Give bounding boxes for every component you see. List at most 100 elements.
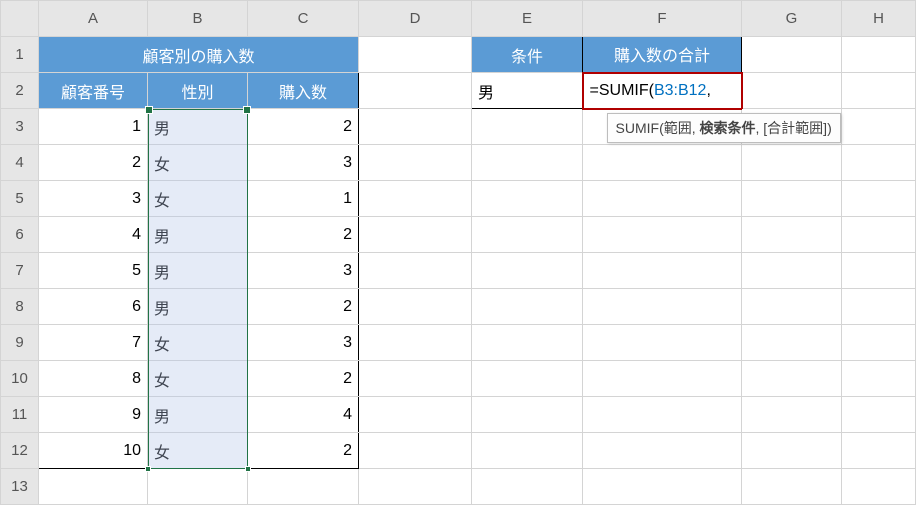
- cell-A10[interactable]: 8: [39, 361, 148, 397]
- col-header-C[interactable]: C: [248, 1, 359, 37]
- cell-C13[interactable]: [248, 469, 359, 505]
- cell-B5[interactable]: 女: [148, 181, 248, 217]
- cell-H12[interactable]: [842, 433, 916, 469]
- cell-A4[interactable]: 2: [39, 145, 148, 181]
- cell-B4[interactable]: 女: [148, 145, 248, 181]
- row-header-2[interactable]: 2: [1, 73, 39, 109]
- col-header-D[interactable]: D: [359, 1, 472, 37]
- cell-H11[interactable]: [842, 397, 916, 433]
- cell-F7[interactable]: [583, 253, 742, 289]
- cell-E9[interactable]: [472, 325, 583, 361]
- cell-E11[interactable]: [472, 397, 583, 433]
- cell-D1[interactable]: [359, 37, 472, 73]
- row-header-8[interactable]: 8: [1, 289, 39, 325]
- cell-D10[interactable]: [359, 361, 472, 397]
- cell-A8[interactable]: 6: [39, 289, 148, 325]
- cell-A6[interactable]: 4: [39, 217, 148, 253]
- cell-A12[interactable]: 10: [39, 433, 148, 469]
- cell-F11[interactable]: [583, 397, 742, 433]
- cell-E3[interactable]: [472, 109, 583, 145]
- col-header-A[interactable]: A: [39, 1, 148, 37]
- cell-F12[interactable]: [583, 433, 742, 469]
- cell-D8[interactable]: [359, 289, 472, 325]
- cell-D2[interactable]: [359, 73, 472, 109]
- cell-E10[interactable]: [472, 361, 583, 397]
- cell-C5[interactable]: 1: [248, 181, 359, 217]
- cell-B12[interactable]: 女: [148, 433, 248, 469]
- row-header-4[interactable]: 4: [1, 145, 39, 181]
- cell-F4[interactable]: [583, 145, 742, 181]
- cell-A13[interactable]: [39, 469, 148, 505]
- table-title[interactable]: 顧客別の購入数: [39, 37, 359, 73]
- cell-F9[interactable]: [583, 325, 742, 361]
- cell-G1[interactable]: [742, 37, 842, 73]
- row-header-5[interactable]: 5: [1, 181, 39, 217]
- col-header-G[interactable]: G: [742, 1, 842, 37]
- cell-A11[interactable]: 9: [39, 397, 148, 433]
- row-header-13[interactable]: 13: [1, 469, 39, 505]
- cell-A5[interactable]: 3: [39, 181, 148, 217]
- cell-B8[interactable]: 男: [148, 289, 248, 325]
- cell-F10[interactable]: [583, 361, 742, 397]
- cell-C9[interactable]: 3: [248, 325, 359, 361]
- cell-E8[interactable]: [472, 289, 583, 325]
- cell-A9[interactable]: 7: [39, 325, 148, 361]
- select-all-corner[interactable]: [1, 1, 39, 37]
- row-header-6[interactable]: 6: [1, 217, 39, 253]
- cell-condition-value[interactable]: 男: [472, 73, 583, 109]
- cell-C11[interactable]: 4: [248, 397, 359, 433]
- cell-F6[interactable]: [583, 217, 742, 253]
- cell-F8[interactable]: [583, 289, 742, 325]
- cell-G6[interactable]: [742, 217, 842, 253]
- cell-C4[interactable]: 3: [248, 145, 359, 181]
- row-header-9[interactable]: 9: [1, 325, 39, 361]
- cell-G10[interactable]: [742, 361, 842, 397]
- cell-G7[interactable]: [742, 253, 842, 289]
- cell-D11[interactable]: [359, 397, 472, 433]
- cell-H9[interactable]: [842, 325, 916, 361]
- cell-H5[interactable]: [842, 181, 916, 217]
- row-header-3[interactable]: 3: [1, 109, 39, 145]
- cell-D12[interactable]: [359, 433, 472, 469]
- cell-H4[interactable]: [842, 145, 916, 181]
- cell-B10[interactable]: 女: [148, 361, 248, 397]
- cell-C7[interactable]: 3: [248, 253, 359, 289]
- cell-C8[interactable]: 2: [248, 289, 359, 325]
- cell-D5[interactable]: [359, 181, 472, 217]
- cell-H13[interactable]: [842, 469, 916, 505]
- cell-D9[interactable]: [359, 325, 472, 361]
- header-qty[interactable]: 購入数: [248, 73, 359, 109]
- cell-D13[interactable]: [359, 469, 472, 505]
- cell-D3[interactable]: [359, 109, 472, 145]
- cell-G13[interactable]: [742, 469, 842, 505]
- cell-G12[interactable]: [742, 433, 842, 469]
- cell-C6[interactable]: 2: [248, 217, 359, 253]
- row-header-12[interactable]: 12: [1, 433, 39, 469]
- row-header-1[interactable]: 1: [1, 37, 39, 73]
- cell-E13[interactable]: [472, 469, 583, 505]
- cell-F5[interactable]: [583, 181, 742, 217]
- cell-A3[interactable]: 1: [39, 109, 148, 145]
- cell-D4[interactable]: [359, 145, 472, 181]
- col-header-E[interactable]: E: [472, 1, 583, 37]
- cell-E7[interactable]: [472, 253, 583, 289]
- cell-H2[interactable]: [842, 73, 916, 109]
- row-header-7[interactable]: 7: [1, 253, 39, 289]
- header-sex[interactable]: 性別: [148, 73, 248, 109]
- cell-G4[interactable]: [742, 145, 842, 181]
- cell-H1[interactable]: [842, 37, 916, 73]
- header-customer-no[interactable]: 顧客番号: [39, 73, 148, 109]
- cell-G2[interactable]: [742, 73, 842, 109]
- header-sum[interactable]: 購入数の合計: [583, 37, 742, 73]
- cell-E5[interactable]: [472, 181, 583, 217]
- cell-A7[interactable]: 5: [39, 253, 148, 289]
- cell-E6[interactable]: [472, 217, 583, 253]
- cell-B11[interactable]: 男: [148, 397, 248, 433]
- cell-D6[interactable]: [359, 217, 472, 253]
- cell-H8[interactable]: [842, 289, 916, 325]
- cell-G8[interactable]: [742, 289, 842, 325]
- col-header-F[interactable]: F: [583, 1, 742, 37]
- cell-C3[interactable]: 2: [248, 109, 359, 145]
- cell-formula[interactable]: =SUMIF(B3:B12,: [583, 73, 742, 109]
- col-header-H[interactable]: H: [842, 1, 916, 37]
